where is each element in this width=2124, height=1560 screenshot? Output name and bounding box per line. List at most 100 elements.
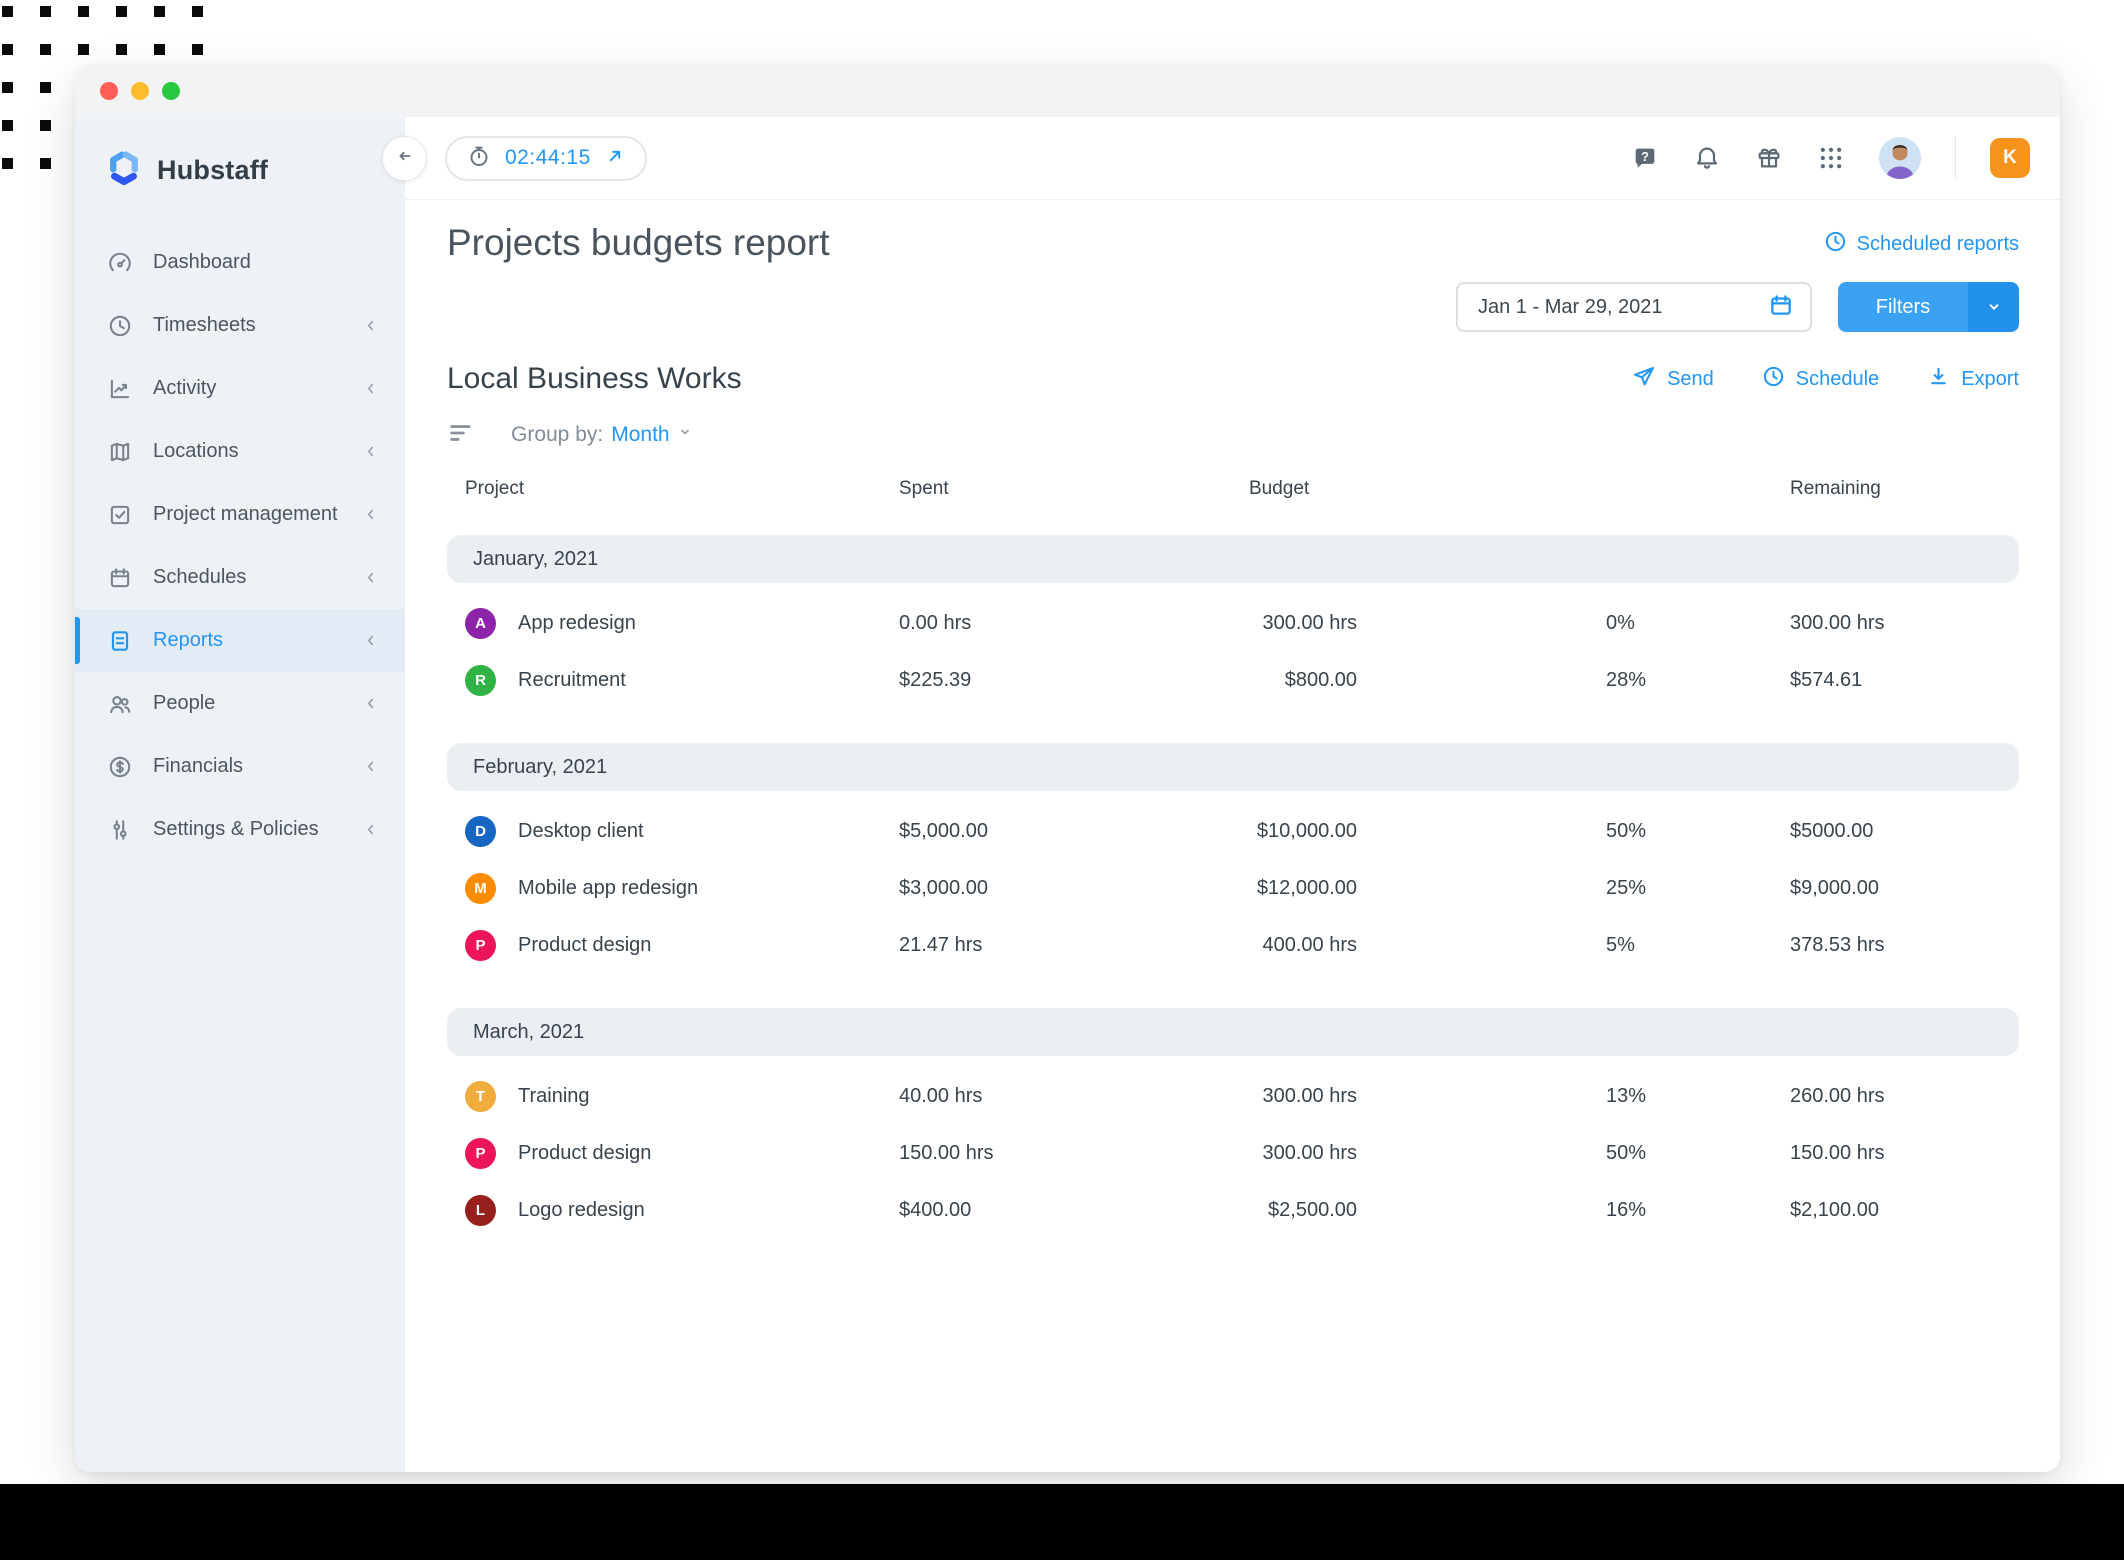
- stopwatch-icon: [467, 144, 491, 173]
- scheduled-reports-label: Scheduled reports: [1857, 233, 2019, 256]
- sidebar-item-label: Timesheets: [153, 314, 256, 337]
- sidebar-item-schedules[interactable]: Schedules: [75, 546, 405, 609]
- percent-used-value: 13%: [1596, 1085, 1790, 1108]
- sidebar-item-activity[interactable]: Activity: [75, 357, 405, 420]
- date-range-picker[interactable]: Jan 1 - Mar 29, 2021: [1456, 282, 1812, 332]
- remaining-value: $5000.00: [1790, 820, 2019, 843]
- percent-used-value: 28%: [1596, 669, 1790, 692]
- sidebar-item-label: Settings & Policies: [153, 818, 319, 841]
- sidebar-item-label: People: [153, 692, 215, 715]
- percent-used-value: 16%: [1596, 1199, 1790, 1222]
- budget-value: 400.00 hrs: [1262, 934, 1357, 957]
- project-row: LLogo redesign$400.00$2,500.0016%$2,100.…: [447, 1182, 2019, 1239]
- project-name: App redesign: [518, 612, 636, 635]
- brand-logo[interactable]: Hubstaff: [75, 117, 405, 193]
- percent-used-value: 25%: [1596, 877, 1790, 900]
- spent-value: $225.39: [899, 669, 1249, 692]
- page-canvas: Hubstaff Dashboard Timesheets Activity Loca…: [0, 0, 2124, 1560]
- calendar-icon: [1768, 292, 1794, 323]
- month-section-rows: DDesktop client$5,000.00$10,000.0050%$50…: [447, 803, 2019, 974]
- export-report-link[interactable]: Export: [1927, 365, 2019, 394]
- sidebar-item-locations[interactable]: Locations: [75, 420, 405, 483]
- spent-value: 0.00 hrs: [899, 612, 1249, 635]
- month-section-rows: AApp redesign0.00 hrs300.00 hrs0%300.00 …: [447, 595, 2019, 709]
- filters-dropdown-toggle[interactable]: [1968, 282, 2019, 332]
- reports-icon: [107, 628, 133, 654]
- minimize-window-button[interactable]: [131, 82, 149, 100]
- chevron-left-icon: [362, 821, 379, 838]
- group-by-dropdown[interactable]: Month: [611, 423, 693, 447]
- close-window-button[interactable]: [100, 82, 118, 100]
- month-section-header: March, 2021: [447, 1008, 2019, 1056]
- notifications-icon[interactable]: [1693, 144, 1721, 172]
- people-icon: [107, 691, 133, 717]
- topbar-divider: [1955, 137, 1956, 179]
- project-row: PProduct design150.00 hrs300.00 hrs50%15…: [447, 1125, 2019, 1182]
- chevron-left-icon: [362, 758, 379, 775]
- send-report-link[interactable]: Send: [1632, 364, 1714, 394]
- activity-icon: [107, 376, 133, 402]
- project-row: TTraining40.00 hrs300.00 hrs13%260.00 hr…: [447, 1068, 2019, 1125]
- group-by-value: Month: [611, 423, 669, 447]
- sidebar-item-financials[interactable]: Financials: [75, 735, 405, 798]
- filters-button[interactable]: Filters: [1838, 282, 2019, 332]
- remaining-value: $9,000.00: [1790, 877, 2019, 900]
- budget-value: 300.00 hrs: [1262, 1142, 1357, 1165]
- schedule-report-link[interactable]: Schedule: [1762, 365, 1879, 394]
- percent-used-value: 5%: [1596, 934, 1790, 957]
- column-header-budget: Budget: [1249, 478, 1309, 500]
- sidebar-item-label: Locations: [153, 440, 239, 463]
- table-body: January, 2021 A App redesign 0.00 hrs 300.00…: [447, 535, 2019, 1239]
- spent-value: 150.00 hrs: [899, 1142, 1249, 1165]
- arrow-left-icon: [394, 145, 416, 172]
- sidebar: Hubstaff Dashboard Timesheets Activity Loca…: [75, 117, 405, 1472]
- sidebar-item-reports[interactable]: Reports: [75, 609, 405, 672]
- project-avatar: P: [465, 1138, 496, 1169]
- organization-name: Local Business Works: [447, 362, 742, 396]
- filters-label[interactable]: Filters: [1838, 282, 1968, 332]
- column-header-spent: Spent: [899, 478, 1249, 500]
- chevron-left-icon: [362, 506, 379, 523]
- svg-text:?: ?: [1641, 149, 1649, 164]
- project-avatar: A: [465, 608, 496, 639]
- user-avatar[interactable]: [1879, 137, 1921, 179]
- collapse-sidebar-button[interactable]: [382, 136, 427, 181]
- timer-widget[interactable]: 02:44:15: [445, 136, 647, 181]
- month-section-title: March, 2021: [473, 1021, 584, 1044]
- project-name: Mobile app redesign: [518, 877, 698, 900]
- column-header-remaining: Remaining: [1790, 478, 2019, 500]
- sidebar-item-project-management[interactable]: Project management: [75, 483, 405, 546]
- project-avatar: D: [465, 816, 496, 847]
- month-section-header: January, 2021: [447, 535, 2019, 583]
- sidebar-item-settings-policies[interactable]: Settings & Policies: [75, 798, 405, 861]
- percent-used-value: 50%: [1596, 1142, 1790, 1165]
- project-name: Recruitment: [518, 669, 626, 692]
- spent-value: $400.00: [899, 1199, 1249, 1222]
- month-section-header: February, 2021: [447, 743, 2019, 791]
- organization-badge[interactable]: K: [1990, 138, 2030, 178]
- project-management-icon: [107, 502, 133, 528]
- remaining-value: 300.00 hrs: [1790, 612, 2019, 635]
- help-icon[interactable]: ?: [1631, 144, 1659, 172]
- sidebar-item-people[interactable]: People: [75, 672, 405, 735]
- scheduled-reports-link[interactable]: Scheduled reports: [1824, 230, 2019, 259]
- project-avatar: L: [465, 1195, 496, 1226]
- project-row: AApp redesign0.00 hrs300.00 hrs0%300.00 …: [447, 595, 2019, 652]
- apps-grid-icon[interactable]: [1817, 144, 1845, 172]
- sidebar-item-timesheets[interactable]: Timesheets: [75, 294, 405, 357]
- sidebar-item-dashboard[interactable]: Dashboard: [75, 231, 405, 294]
- column-header-project: Project: [447, 478, 899, 500]
- month-section-title: January, 2021: [473, 548, 598, 571]
- hubstaff-logo-icon: [105, 149, 143, 192]
- send-label: Send: [1667, 368, 1714, 391]
- zoom-window-button[interactable]: [162, 82, 180, 100]
- budget-value: $800.00: [1285, 669, 1357, 692]
- gifts-icon[interactable]: [1755, 144, 1783, 172]
- project-name: Product design: [518, 1142, 651, 1165]
- remaining-value: $574.61: [1790, 669, 2019, 692]
- remaining-value: 378.53 hrs: [1790, 934, 2019, 957]
- brand-name: Hubstaff: [157, 155, 268, 186]
- export-label: Export: [1961, 368, 2019, 391]
- chevron-left-icon: [362, 632, 379, 649]
- sidebar-item-label: Activity: [153, 377, 216, 400]
